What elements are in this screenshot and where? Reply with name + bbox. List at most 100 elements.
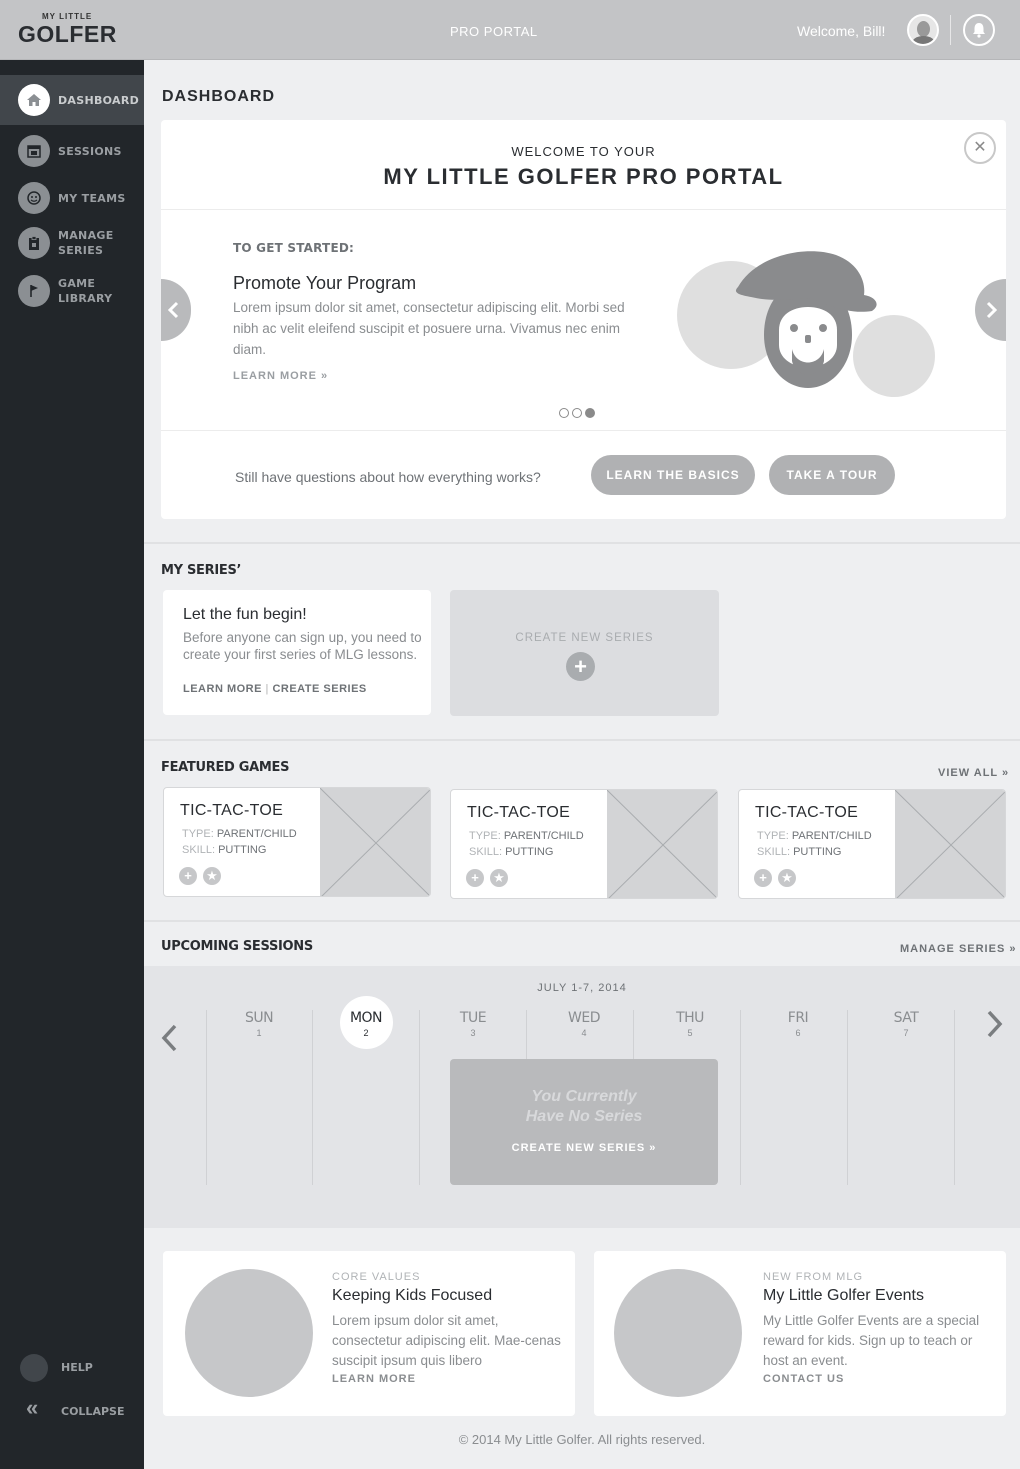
logo[interactable]: MY LITTLE GOLFER [18,12,117,48]
take-a-tour-button[interactable]: TAKE A TOUR [769,455,895,495]
carousel-dot[interactable] [572,408,582,418]
learn-more-link[interactable]: LEARN MORE [183,683,262,695]
upcoming-sessions-title: UPCOMING SESSIONS [161,939,313,954]
game-thumbnail-placeholder [607,790,717,898]
create-new-series-card[interactable]: CREATE NEW SERIES + [450,590,719,716]
promo-card: CORE VALUES Keeping Kids Focused Lorem i… [163,1251,575,1416]
avatar[interactable] [907,14,939,46]
logo-text: GOLFER [18,21,117,47]
calendar-day[interactable]: FRI 6 [745,1010,851,1038]
game-card[interactable]: TIC-TAC-TOE TYPE: PARENT/CHILD SKILL: PU… [450,789,718,899]
calendar-day-name: WED [568,1010,600,1026]
game-meta: TYPE: PARENT/CHILD SKILL: PUTTING [182,826,297,858]
golfer-mascot-illustration [677,251,935,397]
game-skill-label: SKILL: [469,846,503,858]
create-new-series-link[interactable]: CREATE NEW SERIES » [450,1142,718,1154]
help-icon[interactable] [20,1354,48,1382]
game-actions: + ★ [466,869,514,887]
add-icon[interactable]: + [754,869,772,887]
sidebar-item-sessions[interactable]: SESSIONS [0,126,144,176]
promo-kicker: NEW FROM MLG [763,1271,863,1283]
notifications-button[interactable] [963,14,995,46]
learn-more-link[interactable]: LEARN MORE [332,1373,416,1385]
calendar-next-button[interactable] [986,1010,1004,1038]
calendar-day[interactable]: WED 4 [531,1010,637,1038]
series-card-body: Before anyone can sign up, you need to c… [183,630,422,662]
carousel-prev-button[interactable] [161,279,191,341]
welcome-subtitle: WELCOME TO YOUR [511,144,656,159]
nav-icon-circle [18,84,50,116]
help-link[interactable]: HELP [61,1361,93,1374]
calendar-day-number: 7 [903,1028,909,1038]
calendar-prev-button[interactable] [160,1024,178,1052]
carousel-dots [559,405,598,423]
carousel-dot[interactable] [559,408,569,418]
game-card[interactable]: TIC-TAC-TOE TYPE: PARENT/CHILD SKILL: PU… [738,789,1006,899]
welcome-card: WELCOME TO YOUR MY LITTLE GOLFER PRO POR… [161,120,1006,519]
sidebar-item-manage-series[interactable]: MANAGE SERIES [0,218,144,268]
divider [161,209,1006,210]
calendar-day-number: 4 [581,1028,587,1038]
page-title: DASHBOARD [162,88,275,105]
flag-icon [30,285,38,297]
contact-us-link[interactable]: CONTACT US [763,1373,844,1385]
no-series-line: You Currently [531,1088,637,1105]
avatar-body-shape [912,36,935,44]
promo-title: My Little Golfer Events [763,1287,924,1304]
promo-image-placeholder [185,1269,313,1397]
game-skill: PUTTING [793,846,842,858]
calendar-day[interactable]: SUN 1 [206,1010,312,1038]
manage-series-link[interactable]: MANAGE SERIES » [900,943,1016,955]
game-skill: PUTTING [505,846,554,858]
game-type: PARENT/CHILD [791,830,872,842]
week-calendar: JULY 1-7, 2014 SUN 1 MON 2 TUE 3 WED 4 THU 5 … [144,966,1020,1228]
carousel-next-button[interactable] [975,279,1006,341]
series-intro-card: Let the fun begin! Before anyone can sig… [163,590,431,715]
star-icon[interactable]: ★ [778,869,796,887]
calendar-date-range: JULY 1-7, 2014 [537,982,627,994]
sidebar-item-label: MY TEAMS [58,192,126,205]
view-all-link[interactable]: VIEW ALL » [938,767,1009,779]
star-icon[interactable]: ★ [490,869,508,887]
learn-the-basics-button[interactable]: LEARN THE BASICS [591,455,755,495]
game-skill: PUTTING [218,844,267,856]
calendar-day[interactable]: THU 5 [637,1010,743,1038]
chevron-right-icon [986,301,998,319]
slide-kicker: TO GET STARTED: [233,241,355,255]
calendar-day[interactable]: TUE 3 [420,1010,526,1038]
footer-copyright: © 2014 My Little Golfer. All rights rese… [458,1432,706,1447]
double-chevron-left-icon[interactable]: « [26,1397,38,1419]
close-button[interactable]: ✕ [964,132,996,164]
game-name: TIC-TAC-TOE [180,802,284,819]
my-series-title: MY SERIES’ [161,563,242,578]
plus-icon: + [566,652,595,681]
calendar-day-today[interactable]: MON 2 [313,1010,419,1038]
sidebar-item-dashboard[interactable]: DASHBOARD [0,75,144,125]
nav-icon-circle [18,182,50,214]
carousel-dot-active[interactable] [585,408,595,418]
top-bar: MY LITTLE GOLFER PRO PORTAL Welcome, Bil… [0,0,1020,60]
game-actions: + ★ [179,867,227,885]
collapse-link[interactable]: COLLAPSE [61,1405,124,1418]
star-icon[interactable]: ★ [203,867,221,885]
chevron-left-icon [167,301,179,319]
no-series-box: You Currently Have No Series CREATE NEW S… [450,1059,718,1185]
close-icon: ✕ [973,139,987,156]
add-icon[interactable]: + [466,869,484,887]
nav-icon-circle [18,135,50,167]
game-card[interactable]: TIC-TAC-TOE TYPE: PARENT/CHILD SKILL: PU… [163,787,431,897]
divider [161,430,1006,431]
sidebar-item-label: GAME LIBRARY [58,277,113,305]
add-icon[interactable]: + [179,867,197,885]
sidebar-item-game-library[interactable]: GAME LIBRARY [0,266,144,316]
sidebar-item-my-teams[interactable]: MY TEAMS [0,173,144,223]
header-divider [950,15,951,45]
team-icon [27,191,41,205]
sidebar-item-label: SESSIONS [58,145,122,158]
help-question: Still have questions about how everythin… [235,469,541,485]
calendar-icon [27,145,41,158]
calendar-day[interactable]: SAT 7 [853,1010,959,1038]
create-series-link[interactable]: CREATE SERIES [272,683,366,695]
sidebar: DASHBOARD SESSIONS MY TEAMS MANAGE SERIE… [0,60,144,1469]
learn-more-link[interactable]: LEARN MORE » [233,370,328,382]
